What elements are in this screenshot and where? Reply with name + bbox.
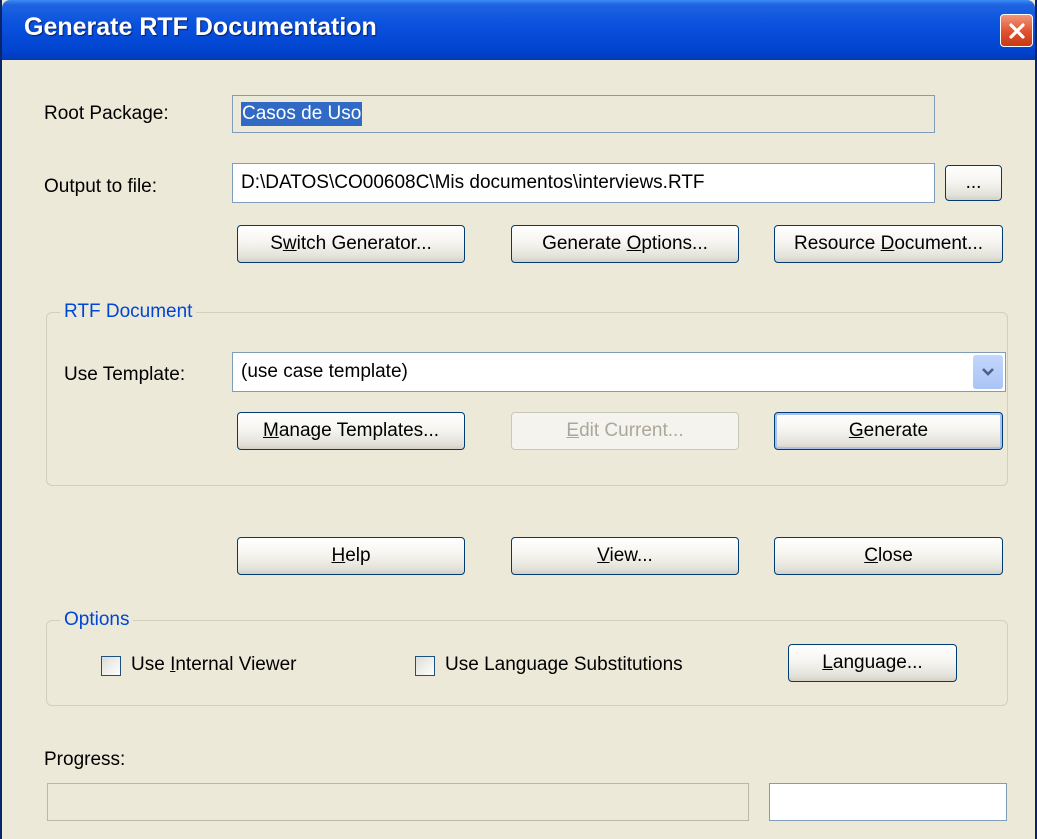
generate-label: Generate <box>848 420 929 441</box>
switch-generator-button[interactable]: Switch Generator... <box>237 225 465 263</box>
progress-bar <box>47 783 749 821</box>
browse-button[interactable]: ... <box>945 165 1002 201</box>
resource-document-label: Resource Document... <box>793 233 984 254</box>
progress-label: Progress: <box>44 749 126 770</box>
manage-templates-label: Manage Templates... <box>262 420 440 441</box>
title-bar[interactable]: Generate RTF Documentation <box>2 0 1035 60</box>
close-button[interactable]: Close <box>774 537 1003 575</box>
template-select-value: (use case template) <box>241 361 408 382</box>
internal-viewer-checkbox[interactable] <box>101 656 121 676</box>
manage-templates-button[interactable]: Manage Templates... <box>237 412 465 450</box>
language-substitutions-label[interactable]: Use Language Substitutions <box>445 654 683 676</box>
generate-options-button[interactable]: Generate Options... <box>511 225 739 263</box>
output-file-input[interactable]: D:\DATOS\CO00608C\Mis documentos\intervi… <box>232 163 935 203</box>
dialog-window: Generate RTF Documentation Root Package:… <box>0 0 1037 839</box>
view-button[interactable]: View... <box>511 537 739 575</box>
rtf-document-group <box>46 312 1008 486</box>
root-package-label: Root Package: <box>44 103 169 124</box>
output-file-label: Output to file: <box>44 176 158 197</box>
options-legend: Options <box>60 609 134 631</box>
language-button[interactable]: Language... <box>788 644 957 682</box>
language-substitutions-checkbox[interactable] <box>415 656 435 676</box>
rtf-document-legend: RTF Document <box>60 301 197 323</box>
help-button[interactable]: Help <box>237 537 465 575</box>
close-icon <box>1008 22 1025 39</box>
template-select[interactable]: (use case template) <box>232 352 1006 392</box>
root-package-field[interactable]: Casos de Uso <box>232 95 935 133</box>
progress-status-box <box>769 783 1007 821</box>
root-package-value: Casos de Uso <box>241 102 363 126</box>
close-window-button[interactable] <box>1000 14 1033 47</box>
language-label: Language... <box>822 652 923 673</box>
generate-button[interactable]: Generate <box>774 412 1003 450</box>
edit-current-label: Edit Current... <box>566 420 684 441</box>
close-label: Close <box>864 545 913 566</box>
switch-generator-label: Switch Generator... <box>270 233 432 254</box>
internal-viewer-label[interactable]: Use Internal Viewer <box>131 654 296 676</box>
edit-current-button[interactable]: Edit Current... <box>511 412 739 450</box>
view-label: View... <box>597 545 653 566</box>
help-label: Help <box>331 545 371 566</box>
browse-button-label: ... <box>965 172 982 193</box>
use-template-label: Use Template: <box>64 364 186 385</box>
resource-document-button[interactable]: Resource Document... <box>774 225 1003 263</box>
window-title: Generate RTF Documentation <box>24 13 377 41</box>
output-file-value: D:\DATOS\CO00608C\Mis documentos\intervi… <box>241 172 705 193</box>
chevron-down-icon <box>982 368 994 376</box>
generate-options-label: Generate Options... <box>542 233 708 254</box>
dropdown-button[interactable] <box>973 355 1003 389</box>
